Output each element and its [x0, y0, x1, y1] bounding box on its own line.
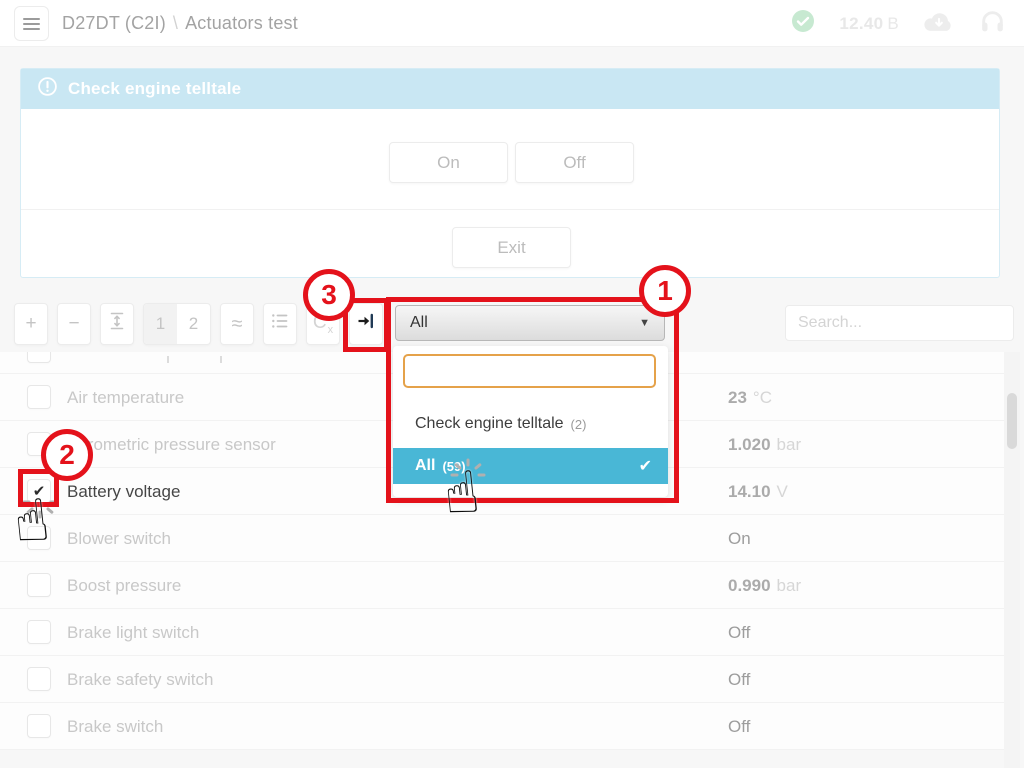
row-value: 0.990bar — [728, 562, 801, 609]
chevron-down-icon: ▼ — [639, 317, 650, 329]
row-label: Air temperature — [67, 374, 184, 421]
table-row: Brake light switch Off — [0, 609, 1004, 656]
row-value: On — [728, 515, 751, 562]
row-checkbox[interactable] — [27, 667, 51, 691]
row-checkbox[interactable] — [27, 432, 51, 456]
add-button[interactable]: + — [14, 303, 48, 345]
filter-dropdown-panel: Check engine telltale (2) All (59) ✔ — [393, 346, 668, 497]
row-checkbox[interactable]: ✔ — [27, 479, 51, 503]
filter-option[interactable]: Check engine telltale (2) — [393, 406, 668, 442]
graph-button[interactable]: ≈ — [220, 303, 254, 345]
option-label: All — [415, 457, 435, 475]
filter-selected-value: All — [410, 314, 428, 332]
actuator-dialog: Check engine telltale On Off Exit — [20, 68, 1000, 278]
row-checkbox[interactable] — [27, 620, 51, 644]
on-button[interactable]: On — [389, 142, 508, 183]
headset-icon[interactable] — [979, 8, 1006, 40]
option-label: Check engine telltale — [415, 415, 564, 433]
row-value: 23°C — [728, 374, 772, 421]
info-circle-icon — [37, 76, 58, 102]
row-value-unit: °C — [753, 388, 772, 408]
option-count: (59) — [442, 459, 465, 474]
row-label: Brake switch — [67, 703, 163, 750]
status-check-icon — [791, 9, 815, 38]
table-row: Brake safety switch Off — [0, 656, 1004, 703]
battery-voltage-indicator: 12.40B — [839, 14, 899, 34]
row-value-unit: bar — [777, 576, 802, 596]
list-icon — [269, 310, 291, 338]
table-row: Blower switch On — [0, 515, 1004, 562]
table-row: Boost pressure 0.990bar — [0, 562, 1004, 609]
scrollbar-thumb[interactable] — [1007, 393, 1017, 449]
filter-select[interactable]: All ▼ — [395, 305, 665, 341]
column-count-group: 1 2 — [143, 303, 211, 345]
row-value: 1.020bar — [728, 421, 801, 468]
one-column-button[interactable]: 1 — [144, 304, 177, 344]
row-value-unit: V — [777, 482, 788, 502]
skip-to-end-button[interactable] — [349, 303, 383, 345]
row-checkbox[interactable] — [27, 573, 51, 597]
exit-button[interactable]: Exit — [452, 227, 571, 268]
dialog-title: Check engine telltale — [68, 79, 241, 99]
filter-option[interactable]: All (59) ✔ — [393, 448, 668, 484]
row-value: 14.10V — [728, 468, 788, 515]
row-height-button[interactable] — [100, 303, 134, 345]
dialog-divider — [21, 209, 999, 210]
breadcrumb-separator: \ — [173, 13, 178, 34]
list-view-button[interactable] — [263, 303, 297, 345]
off-button[interactable]: Off — [515, 142, 634, 183]
row-checkbox[interactable] — [27, 526, 51, 550]
wave-icon: ≈ — [232, 313, 243, 336]
breadcrumb-page: Actuators test — [185, 13, 298, 34]
row-value-unit: bar — [777, 435, 802, 455]
clear-selection-button[interactable]: Cx — [306, 303, 340, 345]
dialog-header: Check engine telltale — [21, 69, 999, 109]
row-label: Brake safety switch — [67, 656, 213, 703]
search-input[interactable] — [785, 305, 1014, 341]
row-checkbox[interactable] — [27, 385, 51, 409]
row-label: Barometric pressure sensor — [67, 421, 276, 468]
top-bar: D27DT (C2I) \ Actuators test 12.40B — [0, 0, 1024, 47]
filter-search-input[interactable] — [403, 354, 656, 388]
row-checkbox[interactable] — [27, 352, 51, 363]
two-column-button[interactable]: 2 — [177, 304, 210, 344]
vertical-scrollbar[interactable] — [1004, 352, 1020, 768]
row-height-icon — [106, 310, 128, 338]
breadcrumb: D27DT (C2I) \ Actuators test — [62, 0, 298, 47]
row-label: Brake light switch — [67, 609, 199, 656]
row-label: Blower switch — [67, 515, 171, 562]
hamburger-icon — [23, 18, 40, 30]
row-value: Off — [728, 609, 750, 656]
row-value: Off — [728, 656, 750, 703]
menu-button[interactable] — [14, 6, 49, 41]
row-checkbox[interactable] — [27, 714, 51, 738]
row-label: Battery voltage — [67, 468, 180, 515]
table-row: Brake switch Off — [0, 703, 1004, 750]
arrow-to-bar-icon — [355, 310, 377, 338]
option-count: (2) — [571, 417, 587, 432]
check-icon: ✔ — [639, 456, 652, 476]
remove-button[interactable]: − — [57, 303, 91, 345]
clear-icon: Cx — [313, 312, 333, 336]
row-label: Boost pressure — [67, 562, 181, 609]
breadcrumb-vehicle: D27DT (C2I) — [62, 13, 166, 34]
cloud-download-icon[interactable] — [923, 10, 955, 38]
row-value: Off — [728, 703, 750, 750]
